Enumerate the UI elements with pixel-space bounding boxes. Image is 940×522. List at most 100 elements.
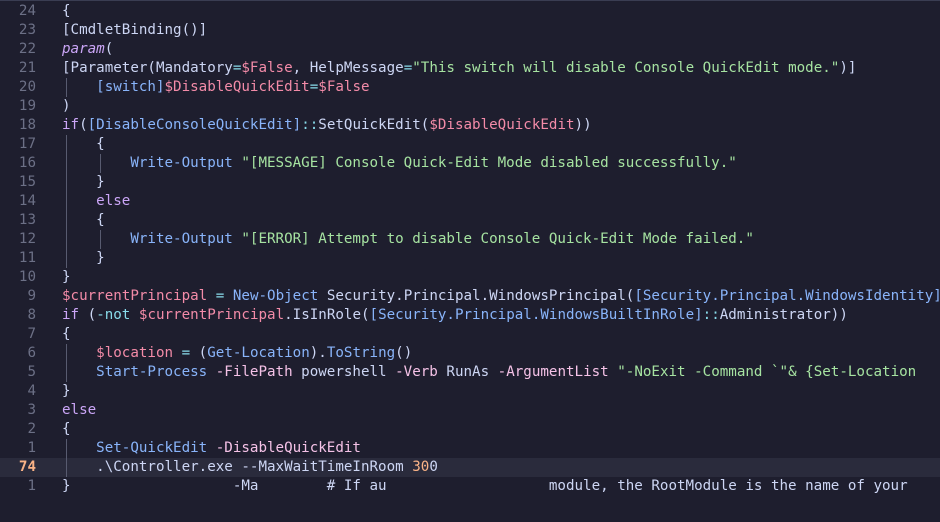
code-text[interactable]: { [62,420,71,439]
code-text[interactable]: else [62,401,96,420]
code-text[interactable]: { [62,211,105,230]
code-line[interactable]: 2{ [0,420,940,439]
code-token: if [62,117,80,133]
code-text[interactable]: } [62,173,105,192]
code-text[interactable]: Set-QuickEdit -DisableQuickEdit [62,439,361,458]
code-text[interactable]: .\Controller.exe --MaxWaitTimeInRoom 300 [62,458,438,477]
code-token: ) [62,98,71,114]
code-line[interactable]: 8 if (-not $currentPrincipal.IsInRole([Se… [0,306,940,325]
code-line[interactable]: 7{ [0,325,940,344]
code-token: $False [318,79,370,95]
code-line[interactable]: 3 else [0,401,940,420]
line-number: 6 [27,345,36,361]
code-token: = [181,345,191,361]
code-text[interactable]: Write-Output "[MESSAGE] Console Quick-Ed… [62,154,736,173]
code-text[interactable]: { [62,135,105,154]
code-token: :: [301,117,319,133]
code-text[interactable]: $location = (Get-Location).ToString() [62,344,412,363]
code-line[interactable]: 14 else [0,192,940,211]
code-line[interactable]: 1} -Ma # If au module, the RootModule is… [0,477,940,496]
code-token: { [62,326,71,342]
line-number: 9 [27,288,36,304]
code-token: } -Ma # If au module, the RootModule is … [62,478,908,494]
code-text[interactable]: if (-not $currentPrincipal.IsInRole([Sec… [62,306,848,325]
code-token: SetQuickEdit( [318,117,430,133]
code-token: $currentPrincipal [138,307,285,323]
code-token: RunAs [437,364,498,380]
code-token: ToString [326,345,396,361]
code-token: $DisableQuickEdit [164,79,310,95]
code-line[interactable]: 19) [0,97,940,116]
code-text[interactable]: Write-Output "[ERROR] Attempt to disable… [62,230,754,249]
code-text[interactable]: [switch]$DisableQuickEdit=$False [62,78,370,97]
code-line[interactable]: 10} [0,268,940,287]
code-text[interactable]: ) [62,97,71,116]
code-line[interactable]: 21 [Parameter(Mandatory = $False, HelpMessa… [0,59,940,78]
line-number: 11 [18,250,36,266]
line-number: 14 [18,193,36,209]
code-text[interactable]: } [62,268,71,287]
code-token: Get-Location [207,345,310,361]
code-line[interactable]: 1 Set-QuickEdit -DisableQuickEdit [0,439,940,458]
code-line[interactable]: 16 Write-Output "[MESSAGE] Console Quick… [0,154,940,173]
line-number: 5 [27,364,36,380]
code-text[interactable]: { [62,325,71,344]
code-token: ( [104,41,114,57]
code-text[interactable]: if([DisableConsoleQuickEdit]::SetQuickEd… [62,116,592,135]
code-line[interactable]: 4} [0,382,940,401]
code-token: else [62,402,97,418]
code-text[interactable]: [Parameter(Mandatory = $False, HelpMessage… [62,59,856,78]
code-line[interactable]: 20 [switch]$DisableQuickEdit=$False [0,78,940,97]
code-token: { [62,136,105,152]
code-token: "This switch will disable Console QuickE… [412,60,840,76]
code-line[interactable]: 17 { [0,135,940,154]
code-line[interactable]: 9 $currentPrincipal = New-Object Security… [0,287,940,306]
code-token: () [395,345,413,361]
code-text[interactable]: [CmdletBinding()] [62,21,207,40]
code-text[interactable]: else [62,192,130,211]
code-editor[interactable]: 24{23 [CmdletBinding()] 22 param(21 [Paramet… [0,0,940,522]
code-text[interactable]: } [62,382,71,401]
code-token: :: [702,307,720,323]
line-number: 16 [18,155,36,171]
code-token: powershell [292,364,396,380]
code-token: } [62,269,71,285]
code-token: [CmdletBinding()] [62,22,208,38]
code-text[interactable]: Start-Process -FilePath powershell -Verb… [62,363,916,382]
code-text[interactable]: param( [62,40,113,59]
line-number: 18 [18,117,36,133]
code-text[interactable]: { [62,2,71,21]
line-number: 1 [27,440,36,456]
code-token: )] [839,60,857,76]
code-text[interactable]: } -Ma # If au module, the RootModule is … [62,477,908,496]
code-text[interactable]: } [62,249,105,268]
code-token: } [62,383,71,399]
line-number: 19 [18,98,36,114]
code-line[interactable]: 18 if([DisableConsoleQuickEdit]::SetQuick… [0,116,940,135]
code-token: ). [309,345,327,361]
code-line[interactable]: 24 { [0,2,940,21]
code-line[interactable]: 23 [CmdletBinding()] [0,21,940,40]
code-token: .IsInRole( [284,307,370,323]
code-line-current[interactable]: 74 .\Controller.exe --MaxWaitTimeInRoom … [0,458,940,477]
code-token: $location [96,345,174,361]
code-token: ( [190,345,208,361]
code-line[interactable]: 5 Start-Process -FilePath powershell -Ve… [0,363,940,382]
code-token: Write-Output [130,155,233,171]
code-line[interactable]: 15 } [0,173,940,192]
code-line[interactable]: 13 { [0,211,940,230]
code-token: Set-QuickEdit [96,440,208,456]
code-line[interactable]: 12 Write-Output "[ERROR] Attempt to disa… [0,230,940,249]
line-number: 8 [27,307,36,323]
code-text[interactable]: $currentPrincipal = New-Object Security.… [62,287,940,306]
code-line[interactable]: 22 param( [0,40,940,59]
code-line[interactable]: 11 } [0,249,940,268]
code-token: -ArgumentList [497,364,609,380]
code-token: = [403,60,413,76]
code-line[interactable]: 6 $location = (Get-Location).ToString() [0,344,940,363]
